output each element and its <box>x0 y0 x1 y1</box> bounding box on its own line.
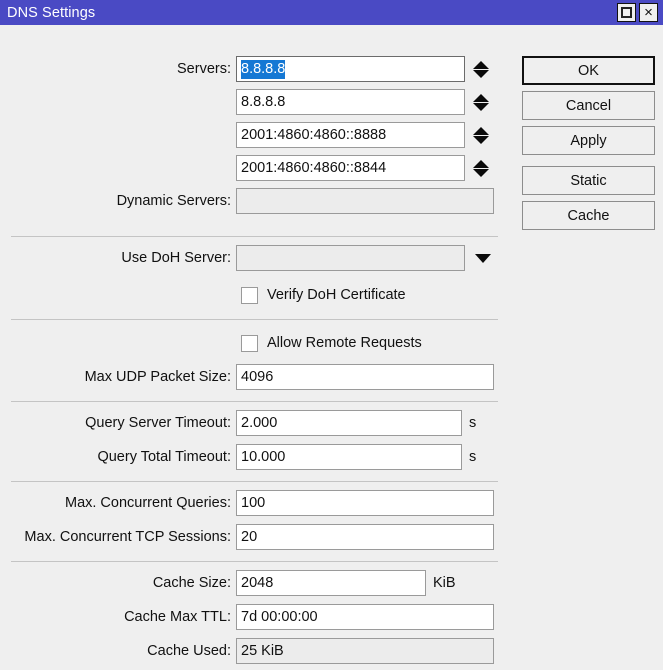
use-doh-server-label: Use DoH Server: <box>0 250 236 266</box>
servers-input-4[interactable]: 2001:4860:4860::8844 <box>236 155 465 181</box>
dynamic-servers-label: Dynamic Servers: <box>0 193 236 209</box>
window-title: DNS Settings <box>7 5 95 21</box>
chevron-down-icon <box>473 169 489 177</box>
max-concurrent-tcp-sessions-input[interactable]: 20 <box>236 524 494 550</box>
close-icon: × <box>644 5 653 20</box>
max-udp-packet-size-row: Max UDP Packet Size: 4096 <box>0 364 494 390</box>
query-server-timeout-unit: s <box>462 415 476 431</box>
max-concurrent-tcp-sessions-label: Max. Concurrent TCP Sessions: <box>0 529 236 545</box>
separator-1 <box>11 236 498 237</box>
dynamic-servers-row: Dynamic Servers: <box>0 188 494 214</box>
servers-input-2-value: 8.8.8.8 <box>241 94 285 110</box>
cache-used-value: 25 KiB <box>241 643 284 659</box>
chevron-down-icon <box>473 103 489 111</box>
query-server-timeout-input[interactable]: 2.000 <box>236 410 462 436</box>
max-udp-packet-size-label: Max UDP Packet Size: <box>0 369 236 385</box>
max-concurrent-queries-label: Max. Concurrent Queries: <box>0 495 236 511</box>
servers-input-3-value: 2001:4860:4860::8888 <box>241 127 386 143</box>
servers-label: Servers: <box>0 61 236 77</box>
servers-input-3[interactable]: 2001:4860:4860::8888 <box>236 122 465 148</box>
allow-remote-requests-label: Allow Remote Requests <box>267 335 422 351</box>
cache-size-row: Cache Size: 2048 KiB <box>0 570 456 596</box>
ok-button[interactable]: OK <box>522 56 655 85</box>
servers-spinner-2[interactable] <box>473 90 489 114</box>
cache-used-row: Cache Used: 25 KiB <box>0 638 494 664</box>
cache-size-value: 2048 <box>241 575 273 591</box>
max-concurrent-tcp-sessions-row: Max. Concurrent TCP Sessions: 20 <box>0 524 494 550</box>
cache-size-label: Cache Size: <box>0 575 236 591</box>
servers-spinner-1[interactable] <box>473 57 489 81</box>
cache-max-ttl-label: Cache Max TTL: <box>0 609 236 625</box>
chevron-up-icon <box>473 94 489 102</box>
query-total-timeout-label: Query Total Timeout: <box>0 449 236 465</box>
cache-size-unit: KiB <box>426 575 456 591</box>
cache-max-ttl-value: 7d 00:00:00 <box>241 609 318 625</box>
doh-dropdown-arrow-icon[interactable] <box>475 254 491 263</box>
separator-5 <box>11 561 498 562</box>
cache-used-input: 25 KiB <box>236 638 494 664</box>
query-total-timeout-value: 10.000 <box>241 449 285 465</box>
servers-row-1: Servers: 8.8.8.8 <box>0 56 489 82</box>
servers-spinner-4[interactable] <box>473 156 489 180</box>
chevron-up-icon <box>473 160 489 168</box>
max-concurrent-queries-value: 100 <box>241 495 265 511</box>
cache-max-ttl-row: Cache Max TTL: 7d 00:00:00 <box>0 604 494 630</box>
max-concurrent-tcp-sessions-value: 20 <box>241 529 257 545</box>
dynamic-servers-input <box>236 188 494 214</box>
query-total-timeout-row: Query Total Timeout: 10.000 s <box>0 444 476 470</box>
query-total-timeout-input[interactable]: 10.000 <box>236 444 462 470</box>
verify-doh-certificate-checkbox[interactable] <box>241 287 258 304</box>
cache-max-ttl-input[interactable]: 7d 00:00:00 <box>236 604 494 630</box>
query-server-timeout-label: Query Server Timeout: <box>0 415 236 431</box>
servers-input-4-value: 2001:4860:4860::8844 <box>241 160 386 176</box>
max-udp-packet-size-value: 4096 <box>241 369 273 385</box>
apply-button[interactable]: Apply <box>522 126 655 155</box>
max-concurrent-queries-input[interactable]: 100 <box>236 490 494 516</box>
query-total-timeout-unit: s <box>462 449 476 465</box>
query-server-timeout-row: Query Server Timeout: 2.000 s <box>0 410 476 436</box>
use-doh-server-row: Use DoH Server: <box>0 245 491 271</box>
allow-remote-requests-row[interactable]: Allow Remote Requests <box>241 332 422 354</box>
separator-2 <box>11 319 498 320</box>
window-controls: × <box>617 3 661 22</box>
close-window-button[interactable]: × <box>639 3 658 22</box>
query-server-timeout-value: 2.000 <box>241 415 277 431</box>
servers-input-2[interactable]: 8.8.8.8 <box>236 89 465 115</box>
chevron-down-icon <box>473 70 489 78</box>
servers-row-2: 8.8.8.8 <box>0 89 489 115</box>
max-concurrent-queries-row: Max. Concurrent Queries: 100 <box>0 490 494 516</box>
separator-4 <box>11 481 498 482</box>
max-udp-packet-size-input[interactable]: 4096 <box>236 364 494 390</box>
restore-icon <box>621 7 632 18</box>
chevron-up-icon <box>473 61 489 69</box>
window-titlebar: DNS Settings × <box>0 0 663 25</box>
cache-size-input[interactable]: 2048 <box>236 570 426 596</box>
use-doh-server-input[interactable] <box>236 245 465 271</box>
allow-remote-requests-checkbox[interactable] <box>241 335 258 352</box>
verify-doh-certificate-row[interactable]: Verify DoH Certificate <box>241 284 406 306</box>
servers-row-4: 2001:4860:4860::8844 <box>0 155 489 181</box>
cancel-button[interactable]: Cancel <box>522 91 655 120</box>
servers-input-1[interactable]: 8.8.8.8 <box>236 56 465 82</box>
servers-input-1-value: 8.8.8.8 <box>241 60 285 79</box>
verify-doh-certificate-label: Verify DoH Certificate <box>267 287 406 303</box>
servers-row-3: 2001:4860:4860::8888 <box>0 122 489 148</box>
separator-3 <box>11 401 498 402</box>
servers-spinner-3[interactable] <box>473 123 489 147</box>
dns-settings-form: Servers: 8.8.8.8 8.8.8.8 2001:4860:4860:… <box>0 25 663 670</box>
chevron-down-icon <box>473 136 489 144</box>
static-button[interactable]: Static <box>522 166 655 195</box>
cache-button[interactable]: Cache <box>522 201 655 230</box>
cache-used-label: Cache Used: <box>0 643 236 659</box>
restore-window-button[interactable] <box>617 3 636 22</box>
chevron-up-icon <box>473 127 489 135</box>
